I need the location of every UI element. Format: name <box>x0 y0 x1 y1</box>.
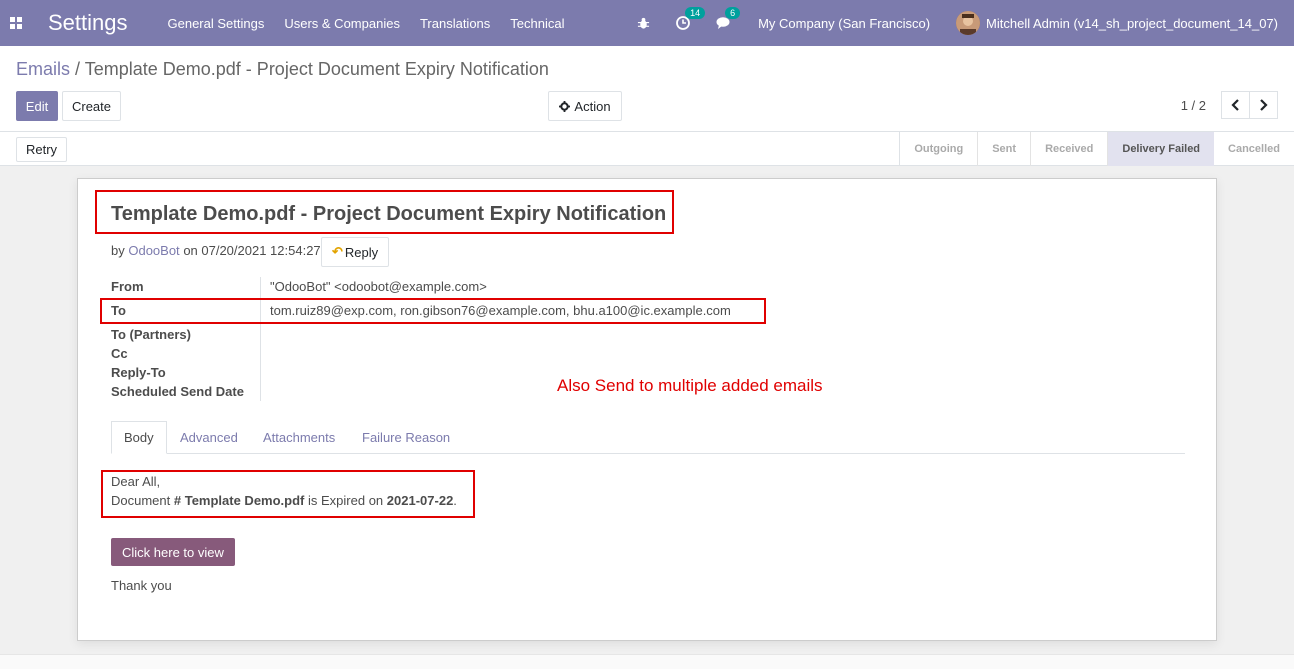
highlight-body-box <box>101 470 475 518</box>
breadcrumb-separator: / <box>75 59 81 79</box>
menu-users-companies[interactable]: Users & Companies <box>284 16 400 31</box>
pager-previous-button[interactable] <box>1221 91 1250 119</box>
field-label-scheduled-send-date: Scheduled Send Date <box>111 384 244 399</box>
user-menu[interactable]: Mitchell Admin (v14_sh_project_document_… <box>986 16 1278 31</box>
mail-meta: by OdooBot on 07/20/2021 12:54:27 <box>111 243 321 258</box>
messaging-chat-icon[interactable]: 6 <box>716 7 741 30</box>
status-bar: Retry Outgoing Sent Received Delivery Fa… <box>0 132 1294 166</box>
reply-button-label: Reply <box>344 244 379 260</box>
tab-failure-reason[interactable]: Failure Reason <box>350 421 462 454</box>
field-label-reply-to: Reply-To <box>111 365 166 380</box>
field-value-from: "OdooBot" <odoobot@example.com> <box>270 279 487 294</box>
breadcrumb-current: Template Demo.pdf - Project Document Exp… <box>84 59 549 79</box>
retry-button[interactable]: Retry <box>16 137 67 162</box>
field-label-from: From <box>111 279 144 294</box>
user-avatar[interactable] <box>956 11 981 35</box>
tab-attachments[interactable]: Attachments <box>251 421 347 454</box>
chevron-left-icon <box>1231 99 1239 111</box>
top-navbar: Settings General Settings Users & Compan… <box>0 0 1294 46</box>
control-panel: Emails / Template Demo.pdf - Project Doc… <box>0 46 1294 132</box>
edit-button[interactable]: Edit <box>16 91 58 121</box>
stage-pipeline: Outgoing Sent Received Delivery Failed C… <box>899 132 1294 166</box>
tab-advanced[interactable]: Advanced <box>168 421 250 454</box>
chevron-right-icon <box>1260 99 1268 111</box>
highlight-subject-box <box>95 190 674 234</box>
field-label-cc: Cc <box>111 346 128 361</box>
annotation-text: Also Send to multiple added emails <box>557 376 823 395</box>
debug-bug-icon[interactable] <box>637 17 650 30</box>
activity-clock-icon[interactable]: 14 <box>676 7 706 30</box>
tab-body[interactable]: Body <box>111 421 167 454</box>
meta-by: by <box>111 243 125 258</box>
menu-technical[interactable]: Technical <box>510 16 564 31</box>
highlight-to-box <box>100 298 766 324</box>
meta-date: on 07/20/2021 12:54:27 <box>183 243 321 258</box>
action-button[interactable]: Action <box>548 91 622 121</box>
menu-translations[interactable]: Translations <box>420 16 490 31</box>
bottom-strip <box>0 654 1294 669</box>
reply-button[interactable]: ↶ Reply <box>321 237 390 267</box>
click-to-view-button[interactable]: Click here to view <box>111 538 235 566</box>
field-label-to-partners: To (Partners) <box>111 327 191 342</box>
app-title[interactable]: Settings <box>48 10 128 36</box>
breadcrumb-emails-link[interactable]: Emails <box>16 59 70 79</box>
stage-received[interactable]: Received <box>1031 132 1109 166</box>
stage-delivery-failed[interactable]: Delivery Failed <box>1108 132 1215 166</box>
apps-menu-icon[interactable] <box>0 0 32 46</box>
menu-general-settings[interactable]: General Settings <box>168 16 265 31</box>
body-thanks: Thank you <box>111 578 172 593</box>
company-switcher[interactable]: My Company (San Francisco) <box>758 16 930 31</box>
form-sheet: Template Demo.pdf - Project Document Exp… <box>77 178 1217 641</box>
messages-count-badge: 6 <box>725 7 741 19</box>
gear-icon <box>559 100 571 112</box>
create-button[interactable]: Create <box>62 91 121 121</box>
action-button-label: Action <box>574 98 611 114</box>
author-link[interactable]: OdooBot <box>128 243 179 258</box>
breadcrumb: Emails / Template Demo.pdf - Project Doc… <box>16 59 549 80</box>
notebook-tabs: Body Advanced Attachments Failure Reason <box>111 421 1185 454</box>
stage-sent[interactable]: Sent <box>978 132 1032 166</box>
stage-cancelled[interactable]: Cancelled <box>1214 132 1294 166</box>
stage-outgoing[interactable]: Outgoing <box>900 132 979 166</box>
reply-arrow-icon: ↶ <box>332 244 343 259</box>
fields-divider <box>260 277 261 401</box>
activity-count-badge: 14 <box>685 7 706 19</box>
pager-next-button[interactable] <box>1249 91 1278 119</box>
pager-value[interactable]: 1 / 2 <box>1181 98 1206 113</box>
